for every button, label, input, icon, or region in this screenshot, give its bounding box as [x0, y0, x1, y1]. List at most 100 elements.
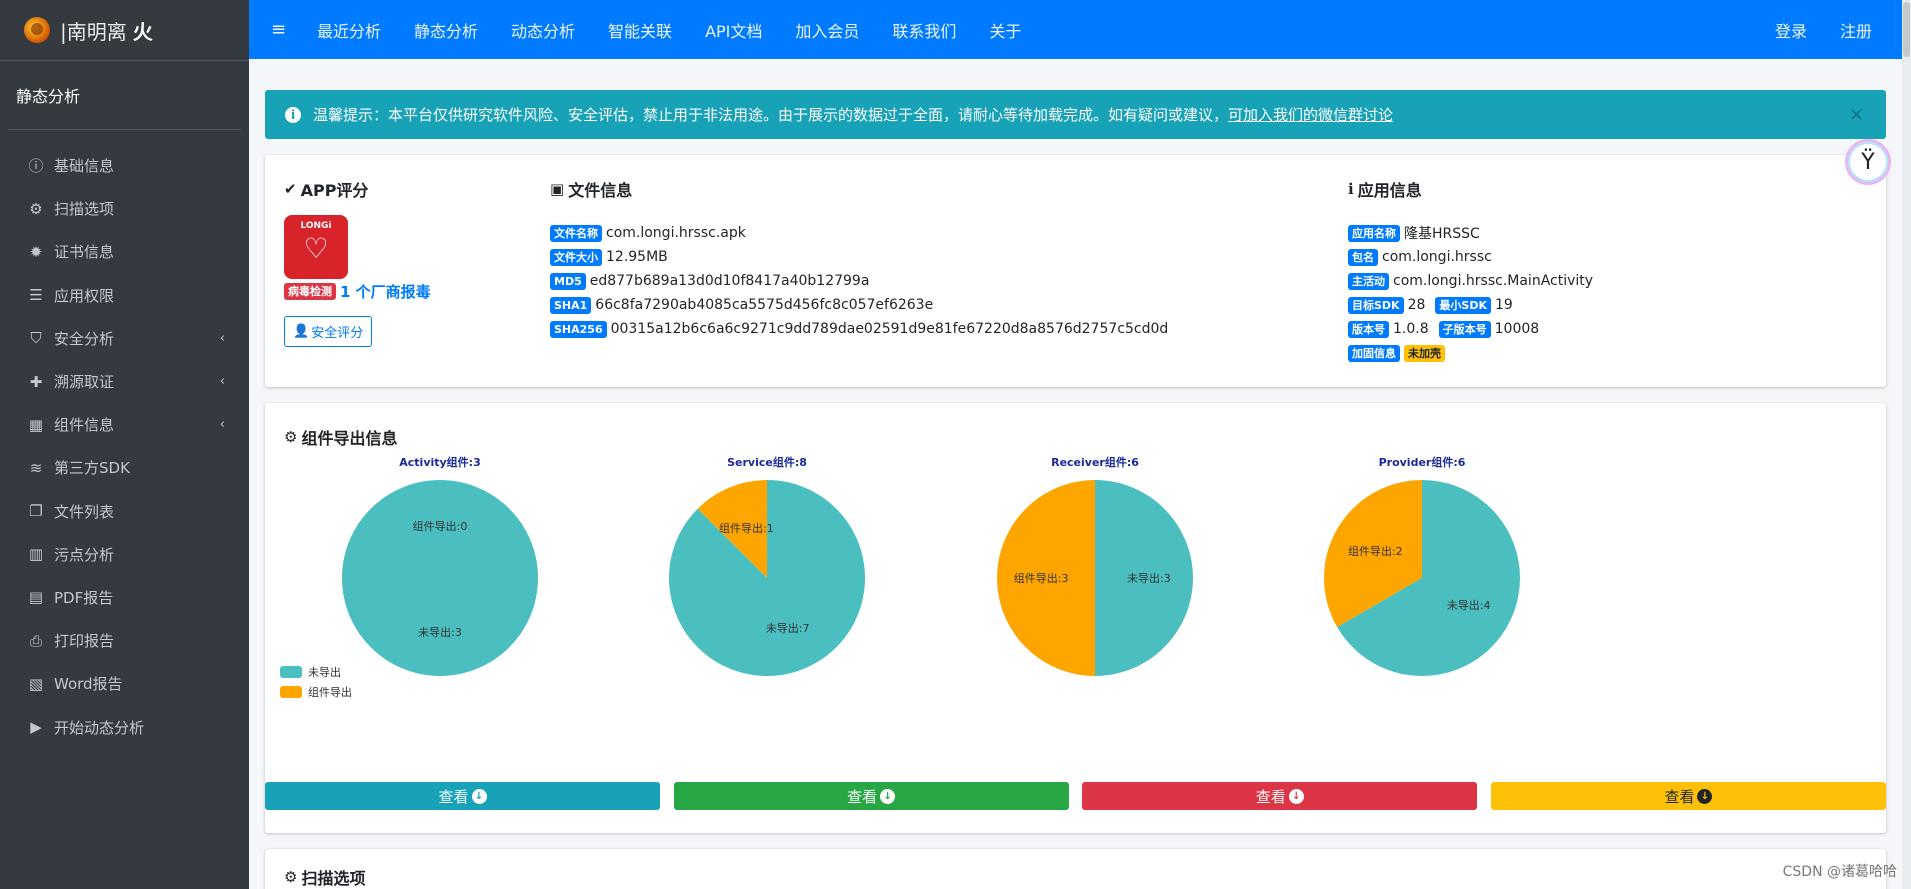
view-button[interactable]: 查看 ↓: [673, 782, 1069, 810]
sidebar-item[interactable]: ⓘ 基础信息: [0, 144, 249, 187]
sidebar-item[interactable]: ⎙ 打印报告: [0, 619, 249, 662]
sidebar-item[interactable]: ☰ 应用权限: [0, 274, 249, 317]
file-info-value: 12.95MB: [606, 249, 668, 265]
pie-slice-label: 未导出:3: [1127, 571, 1171, 585]
sidebar-item-label: 文件列表: [54, 502, 115, 521]
close-icon[interactable]: ×: [1849, 104, 1864, 125]
file-info-label: MD5: [550, 272, 586, 290]
pie-slice-label: 组件导出:1: [719, 521, 774, 535]
pie-slice-label: 组件导出:2: [1348, 544, 1403, 558]
legend-swatch: [280, 686, 302, 698]
sidebar-item[interactable]: ▤ PDF报告: [0, 576, 249, 619]
file-info-section: ▣ 文件信息 文件名称 com.longi.hrssc.apk 文件大小 12.95MB…: [550, 177, 1178, 341]
sidebar-item-icon: ▦: [28, 415, 44, 434]
app-name-row: 应用名称 隆基HRSSC: [1348, 221, 1603, 245]
view-button[interactable]: 查看 ↓: [1490, 782, 1886, 810]
top-nav-link[interactable]: 静态分析: [414, 18, 478, 42]
app-info-heading: ℹ 应用信息: [1348, 180, 1422, 200]
box-icon: ▣: [550, 180, 565, 198]
sidebar-item[interactable]: ❐ 文件列表: [0, 490, 249, 533]
legend-label[interactable]: 未导出: [308, 665, 341, 679]
component-export-card: ⚙ 组件导出信息 Activity组件:3 组件导出:0 未导出:3 Service组件…: [265, 403, 1886, 833]
sidebar-item[interactable]: ✚ 溯源取证 ‹: [0, 360, 249, 403]
top-navbar: ≡ 最近分析 静态分析 动态分析 智能关联 API文档 加入会员 联系我们 关于 登录 注册: [249, 0, 1902, 59]
view-button[interactable]: 查看 ↓: [265, 782, 660, 810]
sidebar-item-label: 基础信息: [54, 157, 115, 176]
sidebar-item-icon: ≋: [29, 458, 43, 477]
sidebar-item[interactable]: ▦ 组件信息 ‹: [0, 403, 249, 446]
chevron-left-icon: ‹: [219, 330, 225, 346]
file-info-value: com.longi.hrssc.apk: [606, 225, 746, 241]
sidebar-item[interactable]: ▧ Word报告: [0, 662, 249, 705]
sidebar-item-icon: ⓘ: [28, 157, 44, 176]
check-double-icon: ✔: [284, 180, 297, 198]
pie-title: Activity组件:3: [399, 455, 481, 469]
sidebar-item-icon: ✹: [29, 242, 43, 261]
top-nav-link[interactable]: 加入会员: [795, 18, 859, 42]
file-info-row: 文件名称 com.longi.hrssc.apk: [550, 221, 1178, 245]
top-nav-link[interactable]: 联系我们: [892, 18, 956, 42]
sidebar-item-label: 扫描选项: [54, 200, 115, 219]
file-info-label: 文件名称: [550, 224, 602, 242]
brand[interactable]: |南明离火: [0, 0, 249, 61]
sidebar-item[interactable]: ✹ 证书信息: [0, 230, 249, 273]
legend-swatch: [280, 666, 302, 678]
menu-toggle-icon[interactable]: ≡: [271, 19, 293, 40]
pie-title: Provider组件:6: [1379, 455, 1466, 469]
pie-slice[interactable]: [342, 480, 538, 676]
sidebar-item-label: Word报告: [54, 675, 123, 694]
sidebar-item-icon: ☰: [29, 286, 43, 305]
info-icon: i: [285, 106, 301, 123]
file-info-row: SHA1 66c8fa7290ab4085ca5575d456fc8c057ef6…: [550, 293, 1178, 317]
view-buttons: 查看 ↓ 查看 ↓ 查看 ↓ 查看 ↓: [265, 782, 1886, 810]
sidebar-item[interactable]: ▥ 污点分析: [0, 533, 249, 576]
top-nav-link[interactable]: 动态分析: [511, 18, 575, 42]
sidebar-item[interactable]: ⛉ 安全分析 ‹: [0, 317, 249, 360]
arrow-circle-down-icon: ↓: [1288, 788, 1304, 804]
file-info-heading: ▣ 文件信息: [550, 180, 633, 200]
top-nav-link[interactable]: API文档: [705, 18, 762, 42]
register-link[interactable]: 注册: [1840, 18, 1872, 42]
pie-title: Service组件:8: [727, 455, 807, 469]
top-nav-link[interactable]: 智能关联: [608, 18, 672, 42]
main-activity-row: 主活动 com.longi.hrssc.MainActivity: [1348, 269, 1603, 293]
view-button[interactable]: 查看 ↓: [1082, 782, 1478, 810]
fire-logo-icon: [24, 17, 50, 43]
info-i-icon: ℹ: [1348, 180, 1354, 198]
arrow-circle-down-icon: ↓: [471, 788, 487, 804]
pie-slice-label: 未导出:4: [1447, 598, 1491, 612]
package-row: 包名 com.longi.hrssc: [1348, 245, 1603, 269]
csdn-watermark: CSDN @诸葛哈哈: [1782, 864, 1897, 880]
sidebar-item-label: 安全分析: [54, 329, 115, 348]
brand-name: |南明离火: [60, 19, 153, 44]
app-overview-card: ✔ APP评分 LONGi ♡ 病毒检测 1 个厂商报毒 👤 安全评分 ▣ 文件信息 …: [265, 155, 1886, 387]
arrow-circle-down-icon: ↓: [1697, 788, 1713, 804]
sidebar-item[interactable]: ▶ 开始动态分析: [0, 705, 249, 748]
top-nav-link[interactable]: 最近分析: [317, 18, 381, 42]
legend-label[interactable]: 组件导出: [308, 685, 352, 699]
auth-links: 登录 注册: [1775, 18, 1872, 42]
app-info-section: ℹ 应用信息 应用名称 隆基HRSSC 包名 com.longi.hrssc 主活动 c…: [1348, 177, 1603, 365]
app-score-section: ✔ APP评分 LONGi ♡ 病毒检测 1 个厂商报毒 👤 安全评分: [284, 177, 431, 347]
sidebar-item[interactable]: ⚙ 扫描选项: [0, 187, 249, 230]
file-info-label: SHA1: [550, 296, 592, 314]
component-pie-charts: Activity组件:3 组件导出:0 未导出:3 Service组件:8 组件导出:1…: [280, 455, 1521, 699]
sidebar-item[interactable]: ≋ 第三方SDK: [0, 446, 249, 489]
top-nav-link[interactable]: 关于: [989, 18, 1021, 42]
pie-title: Receiver组件:6: [1051, 455, 1139, 469]
sidebar-item-icon: ▤: [28, 588, 44, 607]
login-link[interactable]: 登录: [1775, 18, 1807, 42]
floating-widget-icon[interactable]: Ÿ: [1845, 139, 1891, 185]
pie-slice-label: 未导出:7: [766, 621, 810, 635]
scrollbar-thumb[interactable]: [1903, 2, 1910, 57]
sidebar-item-label: 第三方SDK: [54, 459, 130, 478]
page-scrollbar[interactable]: [1902, 0, 1911, 889]
virus-report-link[interactable]: 1 个厂商报毒: [340, 281, 431, 302]
pie-slice-label: 未导出:3: [418, 625, 462, 639]
sidebar-item-label: 溯源取证: [54, 373, 115, 392]
sidebar-item-label: 打印报告: [54, 632, 115, 651]
sidebar-item-icon: ❐: [29, 502, 43, 521]
wechat-group-link[interactable]: 可加入我们的微信群讨论: [1228, 104, 1393, 125]
scan-options-heading: ⚙ 扫描选项: [284, 868, 366, 888]
security-score-button[interactable]: 👤 安全评分: [284, 316, 373, 347]
